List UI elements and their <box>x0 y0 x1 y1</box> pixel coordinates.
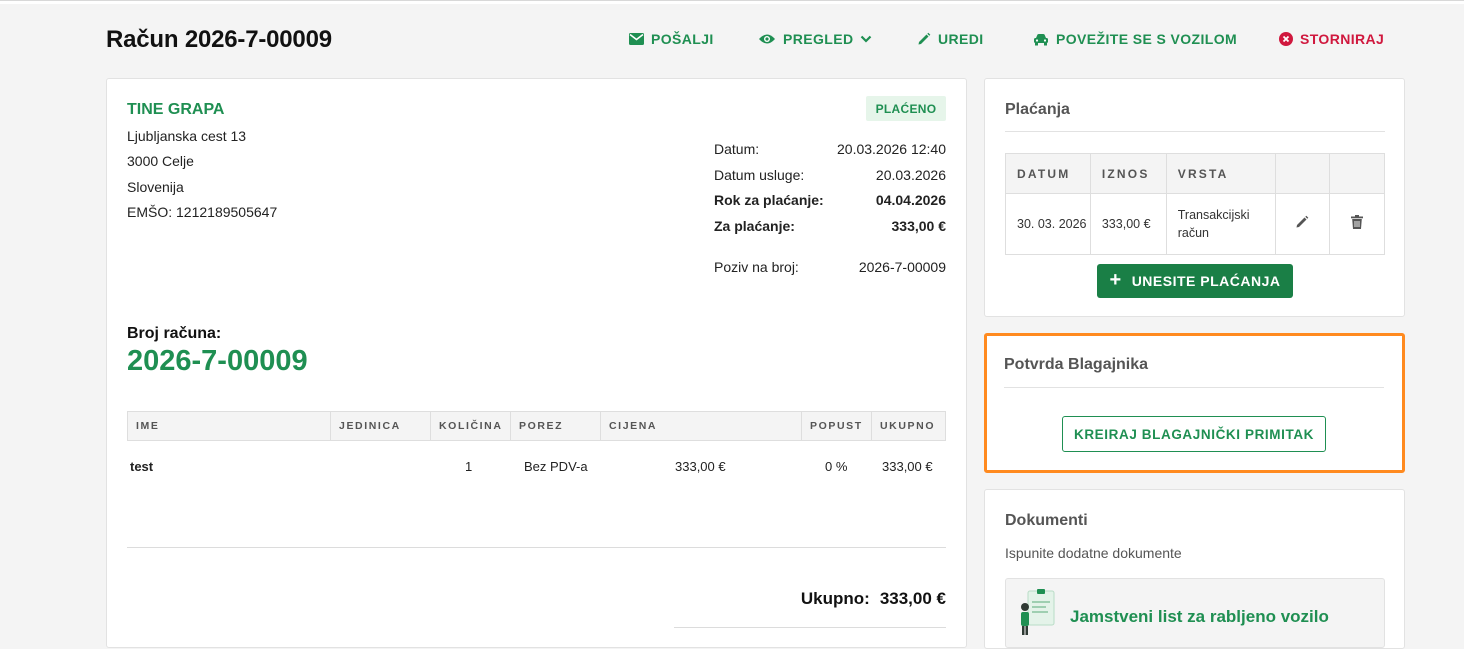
item-discount: 0 % <box>825 459 848 474</box>
client-city: 3000 Celje <box>127 153 194 169</box>
edit-payment-button[interactable] <box>1274 193 1331 255</box>
document-item-warranty[interactable]: Jamstveni list za rabljeno vozilo <box>1005 578 1385 648</box>
close-circle-icon <box>1279 32 1293 46</box>
invoice-card: TINE GRAPA Ljubljanska cest 13 3000 Celj… <box>106 78 967 648</box>
divider <box>674 627 946 628</box>
preview-label: PREGLED <box>783 31 854 47</box>
col-date: DATUM <box>1005 153 1091 194</box>
divider <box>127 547 946 548</box>
meta-amount-due: Za plaćanje: 333,00 € <box>714 218 946 234</box>
payment-date: 30. 03. 2026 <box>1005 193 1091 255</box>
items-table-header: IME JEDINICA KOLIČINA POREZ CIJENA POPUS… <box>127 411 946 441</box>
invoice-number: 2026-7-00009 <box>127 345 308 377</box>
send-button[interactable]: POŠALJI <box>629 31 714 47</box>
col-tax: POREZ <box>511 412 601 440</box>
cashier-confirmation-card: Potvrda Blagajnika KREIRAJ BLAGAJNIČKI P… <box>984 333 1405 473</box>
delete-payment-button[interactable] <box>1329 193 1385 255</box>
col-type: VRSTA <box>1165 153 1276 194</box>
meta-reference: Poziv na broj: 2026-7-00009 <box>714 259 946 275</box>
link-vehicle-button[interactable]: POVEŽITE SE S VOZILOM <box>1033 31 1237 47</box>
divider <box>1005 131 1385 132</box>
payments-table: DATUM IZNOS VRSTA 30. 03. 2026 333,00 € … <box>1005 153 1385 255</box>
car-icon <box>1034 33 1048 45</box>
documents-subtitle: Ispunite dodatne dokumente <box>1005 545 1182 561</box>
invoice-number-label: Broj računa: <box>127 325 222 342</box>
add-payment-button[interactable]: + UNESITE PLAĆANJA <box>1097 264 1293 298</box>
payment-amount: 333,00 € <box>1089 193 1167 255</box>
item-name: test <box>130 459 154 474</box>
payments-title: Plaćanja <box>1005 101 1070 118</box>
total-label: Ukupno: <box>800 589 870 608</box>
top-border <box>0 0 1464 4</box>
chevron-down-icon <box>861 35 872 43</box>
link-vehicle-label: POVEŽITE SE S VOZILOM <box>1056 31 1238 47</box>
plus-icon: + <box>1109 269 1122 291</box>
document-illustration-icon <box>1021 589 1055 635</box>
divider <box>1004 387 1384 388</box>
item-total: 333,00 € <box>882 459 933 474</box>
client-id: EMŠO: 1212189505647 <box>127 204 278 220</box>
edit-button[interactable]: UREDI <box>917 31 984 47</box>
col-delete <box>1329 153 1385 194</box>
meta-service-date: Datum usluge: 20.03.2026 <box>714 167 946 183</box>
col-unit: JEDINICA <box>331 412 431 440</box>
create-cash-receipt-button[interactable]: KREIRAJ BLAGAJNIČKI PRIMITAK <box>1062 416 1326 452</box>
meta-date: Datum: 20.03.2026 12:40 <box>714 141 946 157</box>
cancel-invoice-label: STORNIRAJ <box>1300 31 1385 47</box>
documents-title: Dokumenti <box>1005 512 1088 529</box>
col-discount: POPUST <box>802 412 872 440</box>
client-name: TINE GRAPA <box>127 101 225 118</box>
client-country: Slovenija <box>127 179 184 195</box>
pencil-icon <box>918 32 931 45</box>
item-qty: 1 <box>465 459 473 474</box>
item-tax: Bez PDV-a <box>524 459 588 474</box>
payments-card: Plaćanja DATUM IZNOS VRSTA 30. 03. 2026 … <box>984 78 1405 317</box>
pencil-icon <box>1296 215 1309 227</box>
col-qty: KOLIČINA <box>431 412 511 440</box>
status-badge: PLAĆENO <box>866 96 946 121</box>
edit-label: UREDI <box>938 31 984 47</box>
col-edit <box>1274 153 1331 194</box>
meta-due-date: Rok za plaćanje: 04.04.2026 <box>714 192 946 208</box>
cancel-invoice-button[interactable]: STORNIRAJ <box>1279 31 1384 47</box>
page-title: Račun 2026-7-00009 <box>106 26 332 53</box>
total-value: 333,00 € <box>879 589 946 608</box>
payment-type: Transakcijski račun <box>1165 193 1276 255</box>
invoice-total: Ukupno: 333,00 € <box>801 589 946 609</box>
documents-card: Dokumenti Ispunite dodatne dokumente Jam… <box>984 489 1405 649</box>
envelope-icon <box>629 33 644 45</box>
add-payment-label: UNESITE PLAĆANJA <box>1131 273 1281 289</box>
item-price: 333,00 € <box>675 459 726 474</box>
client-street: Ljubljanska cest 13 <box>127 128 247 144</box>
col-price: CIJENA <box>601 412 802 440</box>
preview-button[interactable]: PREGLED <box>758 31 872 47</box>
cashier-title: Potvrda Blagajnika <box>1004 356 1149 373</box>
trash-icon <box>1351 214 1364 229</box>
col-amount: IZNOS <box>1089 153 1167 194</box>
eye-icon <box>759 34 775 44</box>
send-label: POŠALJI <box>651 31 714 47</box>
table-row: 30. 03. 2026 333,00 € Transakcijski raču… <box>1005 193 1385 255</box>
document-item-label: Jamstveni list za rabljeno vozilo <box>1070 607 1329 626</box>
col-total: UKUPNO <box>880 420 936 432</box>
col-name: IME <box>128 412 331 440</box>
